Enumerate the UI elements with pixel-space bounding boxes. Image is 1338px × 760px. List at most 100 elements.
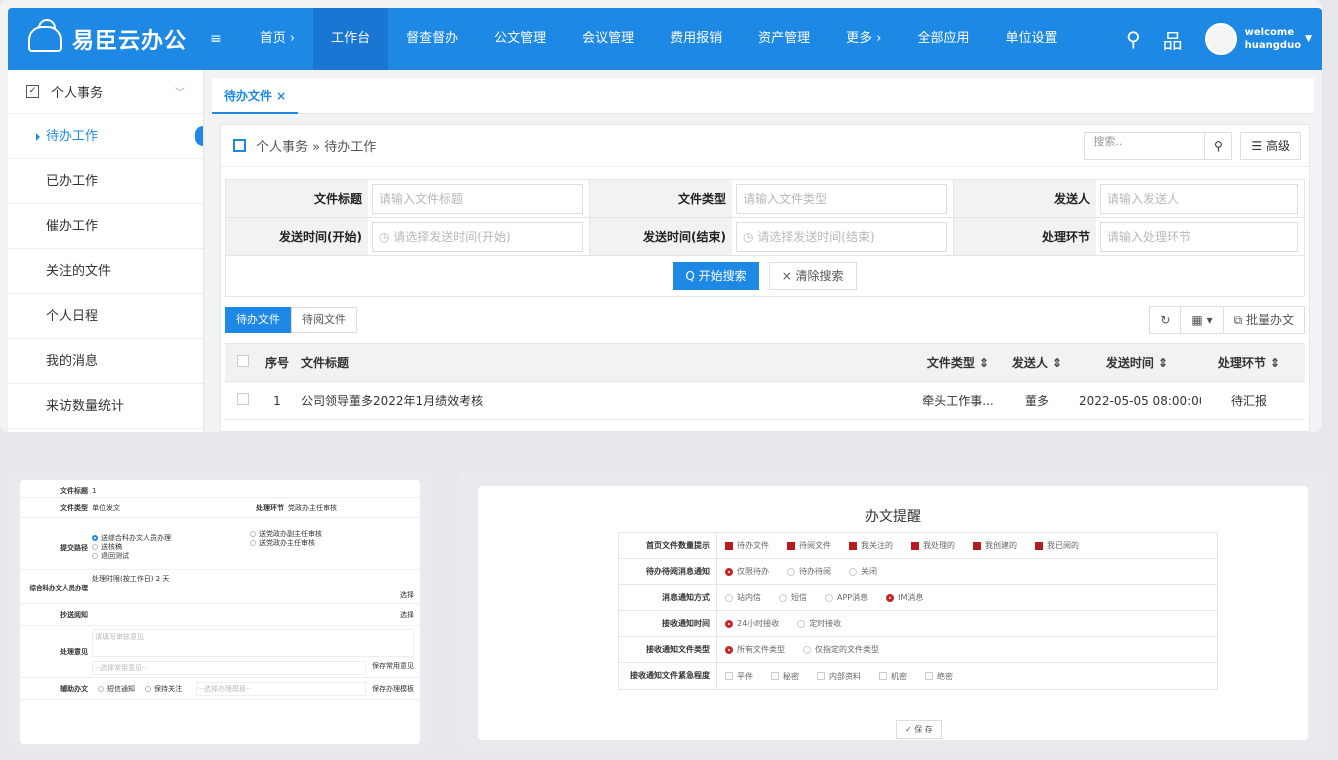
- search-icon[interactable]: ⚲: [1126, 27, 1141, 51]
- col-stage[interactable]: 处理环节 ⇕: [1201, 354, 1297, 371]
- save-template-button[interactable]: 保存办理模板: [372, 684, 414, 694]
- user-info[interactable]: welcome huangduo: [1245, 26, 1301, 52]
- checkbox[interactable]: [725, 672, 733, 680]
- route-option[interactable]: 送核稿: [101, 543, 122, 551]
- org-chart-icon[interactable]: 品: [1163, 25, 1183, 54]
- radio[interactable]: [725, 593, 733, 602]
- radio[interactable]: [787, 567, 795, 576]
- radio[interactable]: [92, 544, 98, 550]
- select-link[interactable]: 选择: [92, 610, 420, 620]
- radio[interactable]: [797, 619, 806, 628]
- save-button[interactable]: ✓ 保 存: [896, 720, 942, 739]
- route-option[interactable]: 送党政办副主任审核: [259, 530, 322, 538]
- radio-option[interactable]: 待办待阅: [787, 566, 831, 577]
- col-sender[interactable]: 发送人 ⇕: [1001, 354, 1073, 371]
- doc-type-input[interactable]: 请输入文件类型: [736, 184, 947, 214]
- radio[interactable]: [849, 567, 857, 576]
- sidebar-item-visit-stats[interactable]: 来访数量统计: [8, 384, 203, 429]
- checkbox[interactable]: [1035, 541, 1043, 550]
- radio[interactable]: [725, 645, 733, 654]
- template-select[interactable]: --选择办理模板--: [196, 681, 366, 696]
- clear-search-button[interactable]: × 清除搜索: [768, 262, 857, 290]
- search-input[interactable]: 搜索..: [1084, 131, 1205, 160]
- cell-title[interactable]: 公司领导董多2022年1月绩效考核: [295, 392, 915, 409]
- checkbox-option[interactable]: 我已阅的: [1035, 540, 1079, 551]
- batch-process-button[interactable]: ⧉ 批量办文: [1222, 306, 1305, 334]
- radio-option[interactable]: 24小时接收: [725, 618, 779, 629]
- checkbox[interactable]: [771, 672, 779, 680]
- checkbox[interactable]: [145, 685, 151, 692]
- nav-workbench[interactable]: 工作台: [313, 8, 389, 70]
- nav-assets[interactable]: 资产管理: [740, 8, 828, 70]
- route-option[interactable]: 退回测试: [101, 552, 129, 560]
- advanced-search-button[interactable]: ☰ 高级: [1240, 131, 1301, 160]
- row-checkbox[interactable]: [237, 393, 249, 405]
- checkbox[interactable]: [817, 672, 825, 680]
- radio[interactable]: [779, 593, 787, 602]
- checkbox-option[interactable]: 平件: [725, 671, 753, 682]
- radio[interactable]: [825, 593, 833, 602]
- checkbox[interactable]: [879, 672, 887, 680]
- search-button[interactable]: ⚲: [1204, 131, 1233, 160]
- table-row[interactable]: 1 公司领导董多2022年1月绩效考核 牵头工作事... 董多 2022-05-…: [225, 382, 1305, 420]
- radio-option[interactable]: APP消息: [825, 592, 868, 603]
- follow-option[interactable]: 保持关注: [154, 685, 182, 693]
- checkbox-option[interactable]: 待办文件: [725, 540, 769, 551]
- sidebar-item-followed[interactable]: 关注的文件: [8, 249, 203, 294]
- radio[interactable]: [92, 535, 98, 541]
- checkbox-option[interactable]: 内部资料: [817, 671, 861, 682]
- sidebar-item-schedule[interactable]: 个人日程: [8, 294, 203, 339]
- radio-option[interactable]: IM消息: [886, 592, 923, 603]
- columns-icon[interactable]: ▦ ▾: [1180, 306, 1224, 334]
- brand[interactable]: 易臣云办公: [8, 23, 208, 55]
- checkbox[interactable]: [911, 541, 919, 550]
- opinion-textarea[interactable]: 请填写审核意见: [92, 628, 414, 657]
- nav-org-settings[interactable]: 单位设置: [988, 8, 1076, 70]
- radio[interactable]: [886, 593, 895, 602]
- radio-option[interactable]: 关闭: [849, 566, 877, 577]
- nav-meetings[interactable]: 会议管理: [564, 8, 652, 70]
- tab-toread-list[interactable]: 待阅文件: [291, 307, 357, 333]
- send-end-date-input[interactable]: ◷ 请选择发送时间(结束): [736, 222, 947, 252]
- radio-option[interactable]: 站内信: [725, 592, 761, 603]
- nav-supervise[interactable]: 督查督办: [388, 8, 476, 70]
- select-link[interactable]: 选择: [92, 590, 420, 600]
- sidebar-item-todo[interactable]: 待办工作: [8, 114, 203, 159]
- checkbox-option[interactable]: 我创建的: [973, 540, 1017, 551]
- radio[interactable]: [725, 567, 733, 576]
- caret-down-icon[interactable]: ▼: [1305, 34, 1312, 44]
- nav-more[interactable]: 更多 ›: [828, 8, 899, 70]
- radio[interactable]: [250, 540, 256, 546]
- nav-home[interactable]: 首页 ›: [242, 8, 313, 70]
- checkbox[interactable]: [973, 541, 981, 550]
- avatar[interactable]: [1204, 23, 1237, 55]
- checkbox-option[interactable]: 机密: [879, 671, 907, 682]
- save-common-opinion-button[interactable]: 保存常用意见: [372, 661, 414, 675]
- checkbox[interactable]: [787, 541, 795, 550]
- radio[interactable]: [250, 531, 256, 537]
- common-opinion-select[interactable]: --选择常用意见--: [92, 660, 366, 675]
- nav-all-apps[interactable]: 全部应用: [900, 8, 988, 70]
- send-start-date-input[interactable]: ◷ 请选择发送时间(开始): [372, 222, 583, 252]
- radio-option[interactable]: 短信: [779, 592, 807, 603]
- tab-todo-list[interactable]: 待办文件: [225, 307, 291, 333]
- checkbox-option[interactable]: 秘密: [771, 671, 799, 682]
- refresh-icon[interactable]: ↻: [1149, 306, 1182, 334]
- radio[interactable]: [803, 645, 811, 654]
- checkbox[interactable]: [98, 685, 104, 692]
- radio[interactable]: [725, 619, 733, 628]
- radio-option[interactable]: 仅限待办: [725, 566, 769, 577]
- radio-option[interactable]: 仅指定的文件类型: [803, 644, 879, 655]
- col-type[interactable]: 文件类型 ⇕: [915, 354, 1001, 371]
- radio-option[interactable]: 定时接收: [797, 618, 841, 629]
- radio[interactable]: [92, 553, 98, 559]
- checkbox[interactable]: [725, 541, 733, 550]
- tab-todo-files[interactable]: 待办文件 ×: [212, 78, 299, 114]
- checkbox-option[interactable]: 待阅文件: [787, 540, 831, 551]
- nav-documents[interactable]: 公文管理: [476, 8, 564, 70]
- sidebar-item-urge[interactable]: 催办工作: [8, 204, 203, 249]
- sidebar-item-done[interactable]: 已办工作: [8, 159, 203, 204]
- route-option[interactable]: 送综合科办文人员办理: [101, 534, 171, 542]
- stage-input[interactable]: 请输入处理环节: [1100, 222, 1298, 252]
- checkbox[interactable]: [849, 541, 857, 550]
